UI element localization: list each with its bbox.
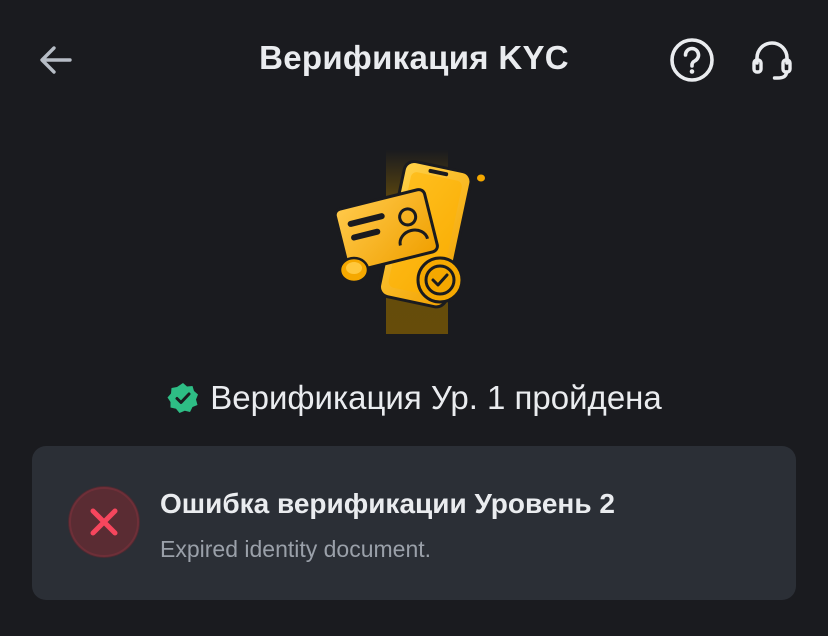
kyc-illustration (320, 140, 500, 340)
status-text: Верификация Ур. 1 пройдена (210, 379, 662, 416)
level2-error-card[interactable]: Ошибка верификации Уровень 2 Expired ide… (32, 446, 796, 600)
verification-status: Верификация Ур. 1 пройдена (0, 376, 828, 420)
headset-icon (752, 41, 792, 80)
error-message: Expired identity document. (160, 536, 432, 562)
header-bar: Верификация KYC (0, 0, 828, 118)
question-circle-icon (670, 38, 714, 82)
help-button[interactable] (664, 32, 720, 88)
error-x-icon (68, 486, 140, 558)
kyc-phone-id-card-illustration (333, 150, 485, 334)
verified-badge-icon (167, 383, 199, 413)
support-button[interactable] (744, 32, 800, 88)
error-title: Ошибка верификации Уровень 2 (160, 488, 615, 519)
